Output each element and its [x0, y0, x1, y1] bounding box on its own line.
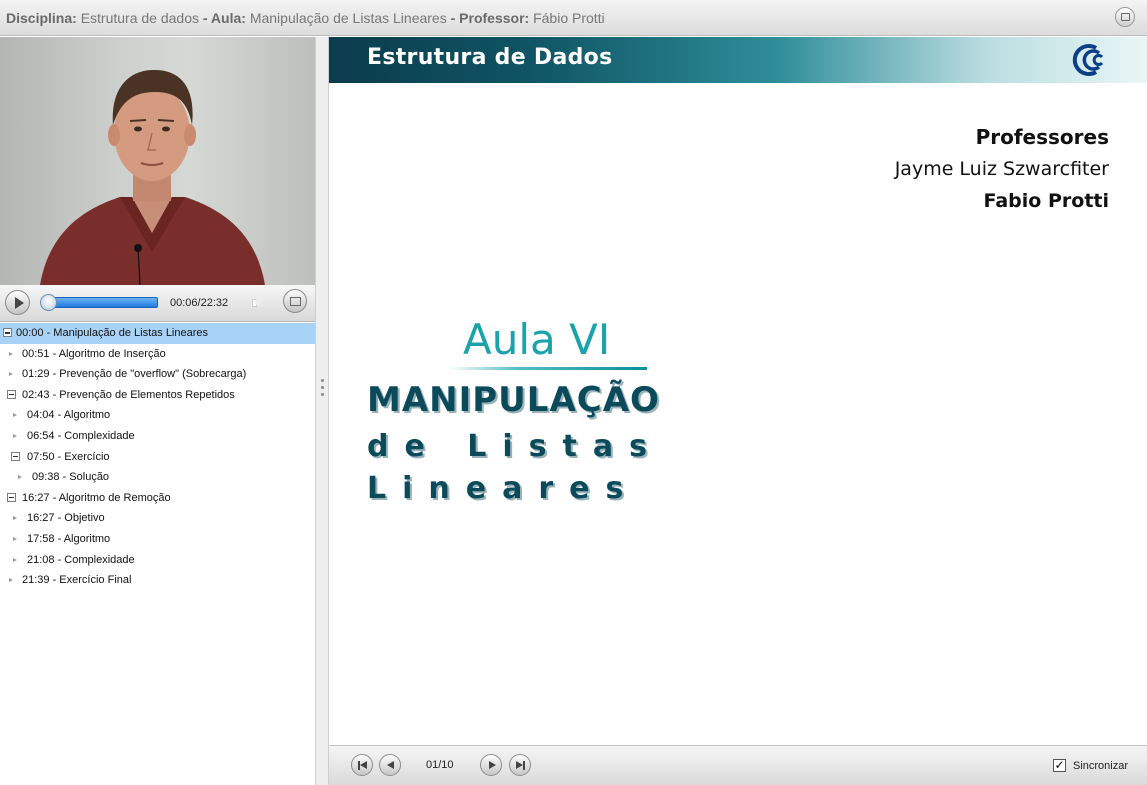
previous-slide-button[interactable] — [379, 754, 401, 776]
institution-logo-icon — [1072, 44, 1104, 76]
seek-bar[interactable] — [44, 297, 158, 308]
toc-item[interactable]: 09:38 - Solução — [0, 467, 315, 488]
toc-item[interactable]: 00:51 - Algoritmo de Inserção — [0, 344, 315, 365]
slide-navigation: 01/10 ✓ Sincronizar — [329, 745, 1147, 785]
chapter-tree: 00:00 - Manipulação de Listas Lineares 00… — [0, 323, 315, 785]
collapse-icon[interactable] — [11, 451, 20, 461]
bullet-arrow-icon — [13, 516, 17, 521]
aula-label: - Aula: — [202, 9, 246, 26]
toc-item-label: 17:58 - Algoritmo — [27, 532, 111, 545]
slide-banner: Estrutura de Dados — [329, 37, 1147, 83]
fullscreen-icon — [290, 297, 301, 306]
bullet-arrow-icon — [13, 413, 17, 418]
toc-item[interactable]: 17:58 - Algoritmo — [0, 529, 315, 550]
slide-view: Estrutura de Dados Professores Jayme Lui… — [329, 37, 1147, 745]
professor-name: Fabio Protti — [983, 190, 1110, 212]
toc-item-label: 07:50 - Exercício — [27, 450, 110, 463]
collapse-icon[interactable] — [7, 389, 16, 399]
professors-heading: Professores — [975, 125, 1109, 149]
disciplina-value: Estrutura de dados — [80, 9, 199, 26]
toc-item[interactable]: 06:54 - Complexidade — [0, 426, 315, 447]
volume-icon[interactable] — [252, 296, 260, 308]
next-slide-button[interactable] — [480, 754, 502, 776]
video-player[interactable] — [0, 37, 315, 285]
professors-block: Professores Jayme Luiz Szwarcfiter Fabio… — [895, 121, 1109, 217]
slide-title-line: Lineares — [367, 471, 640, 506]
toc-item-label: 02:43 - Prevenção de Elementos Repetidos — [22, 388, 235, 401]
toc-item-label: 00:51 - Algoritmo de Inserção — [22, 347, 166, 360]
seek-handle[interactable] — [40, 294, 58, 311]
bullet-arrow-icon — [13, 433, 17, 438]
grip-dot — [321, 379, 324, 382]
bullet-arrow-icon — [9, 372, 13, 377]
toc-item[interactable]: 16:27 - Objetivo — [0, 508, 315, 529]
sync-label: Sincronizar — [1073, 760, 1129, 772]
bullet-arrow-icon — [18, 475, 22, 480]
disciplina-label: Disciplina: — [6, 9, 77, 26]
slide-title-line: MANIPULAÇÃO — [367, 380, 660, 420]
professor-label: - Professor: — [450, 9, 530, 26]
toc-item-label: 01:29 - Prevenção de "overflow" (Sobreca… — [22, 368, 247, 381]
course-header: Disciplina: Estrutura de dados - Aula: M… — [0, 0, 1147, 36]
collapse-icon[interactable] — [7, 492, 16, 502]
aula-value: Manipulação de Listas Lineares — [249, 9, 447, 26]
toc-item[interactable]: 21:39 - Exercício Final — [0, 570, 315, 591]
toc-item-label: 16:27 - Algoritmo de Remoção — [22, 491, 171, 504]
professor-name: Jayme Luiz Szwarcfiter — [894, 158, 1109, 180]
bullet-arrow-icon — [13, 557, 17, 562]
fullscreen-icon — [1120, 13, 1130, 21]
banner-title: Estrutura de Dados — [367, 45, 613, 70]
left-panel: 00:06/22:32 00:00 - Manipulação de Lista… — [0, 37, 315, 785]
grip-dot — [321, 393, 324, 396]
app-window: Disciplina: Estrutura de dados - Aula: M… — [0, 0, 1147, 785]
bullet-arrow-icon — [9, 578, 13, 583]
first-slide-button[interactable] — [351, 754, 373, 776]
toc-item[interactable]: 04:04 - Algoritmo — [0, 405, 315, 426]
fullscreen-window-button[interactable] — [1115, 7, 1135, 27]
toc-item-label: 04:04 - Algoritmo — [27, 409, 111, 422]
grip-dot — [321, 386, 324, 389]
toc-item[interactable]: 01:29 - Prevenção de "overflow" (Sobreca… — [0, 364, 315, 385]
collapse-icon[interactable] — [3, 328, 12, 337]
bullet-arrow-icon — [9, 351, 13, 356]
bullet-arrow-icon — [13, 536, 17, 541]
toc-item[interactable]: 02:43 - Prevenção de Elementos Repetidos — [0, 385, 315, 406]
sync-checkbox[interactable]: ✓ — [1053, 759, 1066, 772]
fullscreen-video-button[interactable] — [283, 289, 307, 313]
toc-item[interactable]: 16:27 - Algoritmo de Remoção — [0, 488, 315, 509]
player-controls: 00:06/22:32 — [0, 285, 315, 322]
toc-item-label: 16:27 - Objetivo — [27, 512, 105, 525]
last-slide-button[interactable] — [509, 754, 531, 776]
toc-item-label: 21:08 - Complexidade — [27, 553, 135, 566]
toc-item-label: 21:39 - Exercício Final — [22, 574, 132, 587]
panel-splitter[interactable] — [315, 37, 329, 785]
toc-item[interactable]: 07:50 - Exercício — [0, 447, 315, 468]
toc-item[interactable]: 00:00 - Manipulação de Listas Lineares — [0, 323, 315, 344]
presenter-video-frame — [40, 69, 265, 285]
lesson-number: Aula VI — [463, 315, 611, 364]
professor-value: Fábio Protti — [533, 9, 605, 26]
lesson-underline — [449, 367, 647, 370]
play-button[interactable] — [5, 290, 30, 315]
time-readout: 00:06/22:32 — [170, 297, 229, 309]
slide-title-line: de Listas — [367, 429, 663, 464]
toc-item-label: 09:38 - Solução — [32, 471, 110, 484]
toc-item-label: 00:00 - Manipulação de Listas Lineares — [16, 327, 209, 339]
page-counter: 01/10 — [426, 759, 454, 771]
toc-item[interactable]: 21:08 - Complexidade — [0, 550, 315, 571]
toc-item-label: 06:54 - Complexidade — [27, 429, 135, 442]
